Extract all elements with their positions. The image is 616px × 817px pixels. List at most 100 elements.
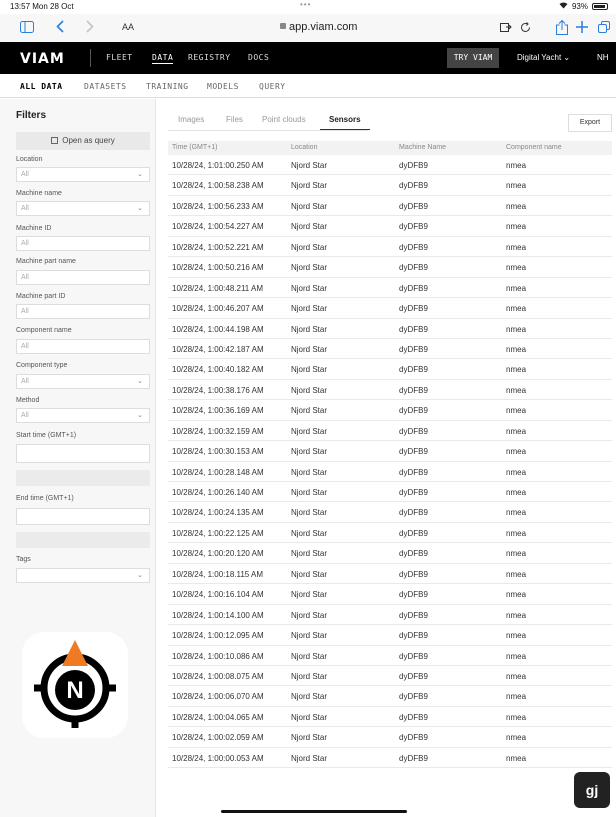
nav-data[interactable]: DATA <box>152 53 174 64</box>
method-select[interactable]: All ⌄ <box>16 408 150 423</box>
component-type-select[interactable]: All ⌄ <box>16 374 150 389</box>
nav-docs[interactable]: DOCS <box>248 53 269 62</box>
machine-id-input[interactable]: All <box>16 236 150 251</box>
forward-icon[interactable] <box>86 20 94 36</box>
cell-machine-name: dyDFB9 <box>399 283 428 293</box>
cell-component-name: nmea <box>506 549 527 559</box>
cell-time: 10/28/24, 1:00:46.207 AM <box>172 304 264 314</box>
table-row[interactable]: 10/28/24, 1:00:48.211 AM Njord Star dyDFB9… <box>168 278 612 299</box>
table-row[interactable]: 10/28/24, 1:00:06.070 AM Njord Star dyDFB9… <box>168 686 612 707</box>
help-chat-button[interactable]: gj <box>574 772 610 808</box>
machine-name-select[interactable]: All ⌄ <box>16 201 150 216</box>
share-extension-icon[interactable] <box>500 20 512 36</box>
col-time[interactable]: Time (GMT+1) <box>172 144 217 151</box>
sidebar-toggle-icon[interactable] <box>20 20 34 36</box>
end-time-input[interactable] <box>16 508 150 525</box>
table-row[interactable]: 10/28/24, 1:00:58.238 AM Njord Star dyDFB9… <box>168 175 612 196</box>
machine-id-value: All <box>21 240 29 247</box>
table-row[interactable]: 10/28/24, 1:00:02.059 AM Njord Star dyDFB9… <box>168 727 612 748</box>
machine-name-value: All <box>21 205 29 212</box>
end-time-picker[interactable] <box>16 532 150 548</box>
table-row[interactable]: 10/28/24, 1:00:36.169 AM Njord Star dyDFB9… <box>168 400 612 421</box>
nav-registry[interactable]: REGISTRY <box>188 53 231 62</box>
tabs-overview-icon[interactable] <box>598 20 610 36</box>
table-row[interactable]: 10/28/24, 1:00:26.140 AM Njord Star dyDFB9… <box>168 482 612 503</box>
tab-images[interactable]: Images <box>178 115 204 124</box>
start-time-picker[interactable] <box>16 470 150 486</box>
table-row[interactable]: 10/28/24, 1:00:56.233 AM Njord Star dyDFB9… <box>168 196 612 217</box>
new-tab-icon[interactable] <box>576 20 588 36</box>
org-selector[interactable]: Digital Yacht ⌄ <box>517 53 570 62</box>
cell-location: Njord Star <box>291 324 328 334</box>
subnav-training[interactable]: TRAINING <box>146 82 189 91</box>
machine-part-name-input[interactable]: All <box>16 270 150 285</box>
cell-component-name: nmea <box>506 447 527 457</box>
subnav-query[interactable]: QUERY <box>259 82 286 91</box>
table-row[interactable]: 10/28/24, 1:00:14.100 AM Njord Star dyDFB9… <box>168 605 612 626</box>
try-viam-button[interactable]: TRY VIAM <box>447 48 499 68</box>
user-avatar[interactable]: NH <box>597 53 609 62</box>
reload-icon[interactable] <box>520 20 531 36</box>
table-row[interactable]: 10/28/24, 1:00:52.221 AM Njord Star dyDFB9… <box>168 237 612 258</box>
location-select[interactable]: All ⌄ <box>16 167 150 182</box>
table-row[interactable]: 10/28/24, 1:00:24.135 AM Njord Star dyDFB9… <box>168 502 612 523</box>
machine-part-id-value: All <box>21 308 29 315</box>
table-row[interactable]: 10/28/24, 1:00:28.148 AM Njord Star dyDFB9… <box>168 462 612 482</box>
table-row[interactable]: 10/28/24, 1:00:54.227 AM Njord Star dyDFB9… <box>168 216 612 237</box>
filters-sidebar: Filters Open as query Location All ⌄ Mach… <box>0 99 156 817</box>
cell-location: Njord Star <box>291 161 328 170</box>
viam-logo[interactable]: VIAM <box>20 51 65 67</box>
tags-label: Tags <box>16 556 31 563</box>
component-name-input[interactable]: All <box>16 339 150 354</box>
open-as-query-button[interactable]: Open as query <box>16 132 150 150</box>
table-row[interactable]: 10/28/24, 1:00:32.159 AM Njord Star dyDFB9… <box>168 421 612 442</box>
back-icon[interactable] <box>56 20 64 36</box>
machine-part-id-input[interactable]: All <box>16 304 150 319</box>
table-row[interactable]: 10/28/24, 1:00:12.095 AM Njord Star dyDFB9… <box>168 625 612 646</box>
component-name-value: All <box>21 343 29 350</box>
subnav-models[interactable]: MODELS <box>207 82 239 91</box>
table-row[interactable]: 10/28/24, 1:00:10.086 AM Njord Star dyDFB9… <box>168 646 612 666</box>
table-row[interactable]: 10/28/24, 1:00:38.176 AM Njord Star dyDFB9… <box>168 380 612 401</box>
export-button[interactable]: Export <box>568 114 612 132</box>
nav-fleet[interactable]: FLEET <box>106 53 133 62</box>
table-row[interactable]: 10/28/24, 1:00:16.104 AM Njord Star dyDFB9… <box>168 584 612 605</box>
table-row[interactable]: 10/28/24, 1:00:50.216 AM Njord Star dyDFB9… <box>168 257 612 278</box>
cell-location: Njord Star <box>291 590 328 600</box>
tab-files[interactable]: Files <box>226 115 243 124</box>
col-component-name[interactable]: Component name <box>506 144 562 151</box>
subnav-all-data[interactable]: ALL DATA <box>20 82 63 91</box>
table-row[interactable]: 10/28/24, 1:00:08.075 AM Njord Star dyDFB9… <box>168 666 612 687</box>
start-time-input[interactable] <box>16 444 150 463</box>
tab-sensors[interactable]: Sensors <box>329 115 361 124</box>
address-bar[interactable]: app.viam.com <box>280 21 357 33</box>
home-indicator[interactable] <box>221 810 407 813</box>
sensors-table: Time (GMT+1) Location Machine Name Compo… <box>168 141 612 769</box>
table-row[interactable]: 10/28/24, 1:00:00.053 AM Njord Star dyDFB9… <box>168 748 612 769</box>
cell-machine-name: dyDFB9 <box>399 161 428 170</box>
table-row[interactable]: 10/28/24, 1:00:20.120 AM Njord Star dyDFB9… <box>168 543 612 564</box>
table-row[interactable]: 10/28/24, 1:00:46.207 AM Njord Star dyDFB9… <box>168 298 612 319</box>
col-machine-name[interactable]: Machine Name <box>399 144 446 151</box>
cell-component-name: nmea <box>506 753 527 763</box>
end-time-label: End time (GMT+1) <box>16 495 74 502</box>
cell-location: Njord Star <box>291 549 328 559</box>
table-row[interactable]: 10/28/24, 1:00:18.115 AM Njord Star dyDFB9… <box>168 564 612 585</box>
table-row[interactable]: 10/28/24, 1:00:44.198 AM Njord Star dyDFB9… <box>168 319 612 339</box>
table-row[interactable]: 10/28/24, 1:01:00.250 AM Njord Star dyDFB9… <box>168 155 612 176</box>
col-location[interactable]: Location <box>291 144 317 151</box>
chevron-down-icon: ⌄ <box>563 53 571 62</box>
share-icon[interactable] <box>556 19 568 38</box>
cell-time: 10/28/24, 1:00:04.065 AM <box>172 712 264 722</box>
reader-aa-button[interactable]: AA <box>122 22 134 32</box>
tab-point-clouds[interactable]: Point clouds <box>262 115 306 124</box>
multitasking-dots[interactable]: ••• <box>300 0 311 9</box>
table-row[interactable]: 10/28/24, 1:00:04.065 AM Njord Star dyDFB9… <box>168 707 612 728</box>
cell-machine-name: dyDFB9 <box>399 651 428 661</box>
subnav-datasets[interactable]: DATASETS <box>84 82 127 91</box>
tags-select[interactable]: ⌄ <box>16 568 150 583</box>
table-row[interactable]: 10/28/24, 1:00:30.153 AM Njord Star dyDFB9… <box>168 441 612 462</box>
table-row[interactable]: 10/28/24, 1:00:40.182 AM Njord Star dyDFB9… <box>168 359 612 380</box>
table-row[interactable]: 10/28/24, 1:00:22.125 AM Njord Star dyDFB9… <box>168 523 612 544</box>
table-row[interactable]: 10/28/24, 1:00:42.187 AM Njord Star dyDFB9… <box>168 339 612 360</box>
